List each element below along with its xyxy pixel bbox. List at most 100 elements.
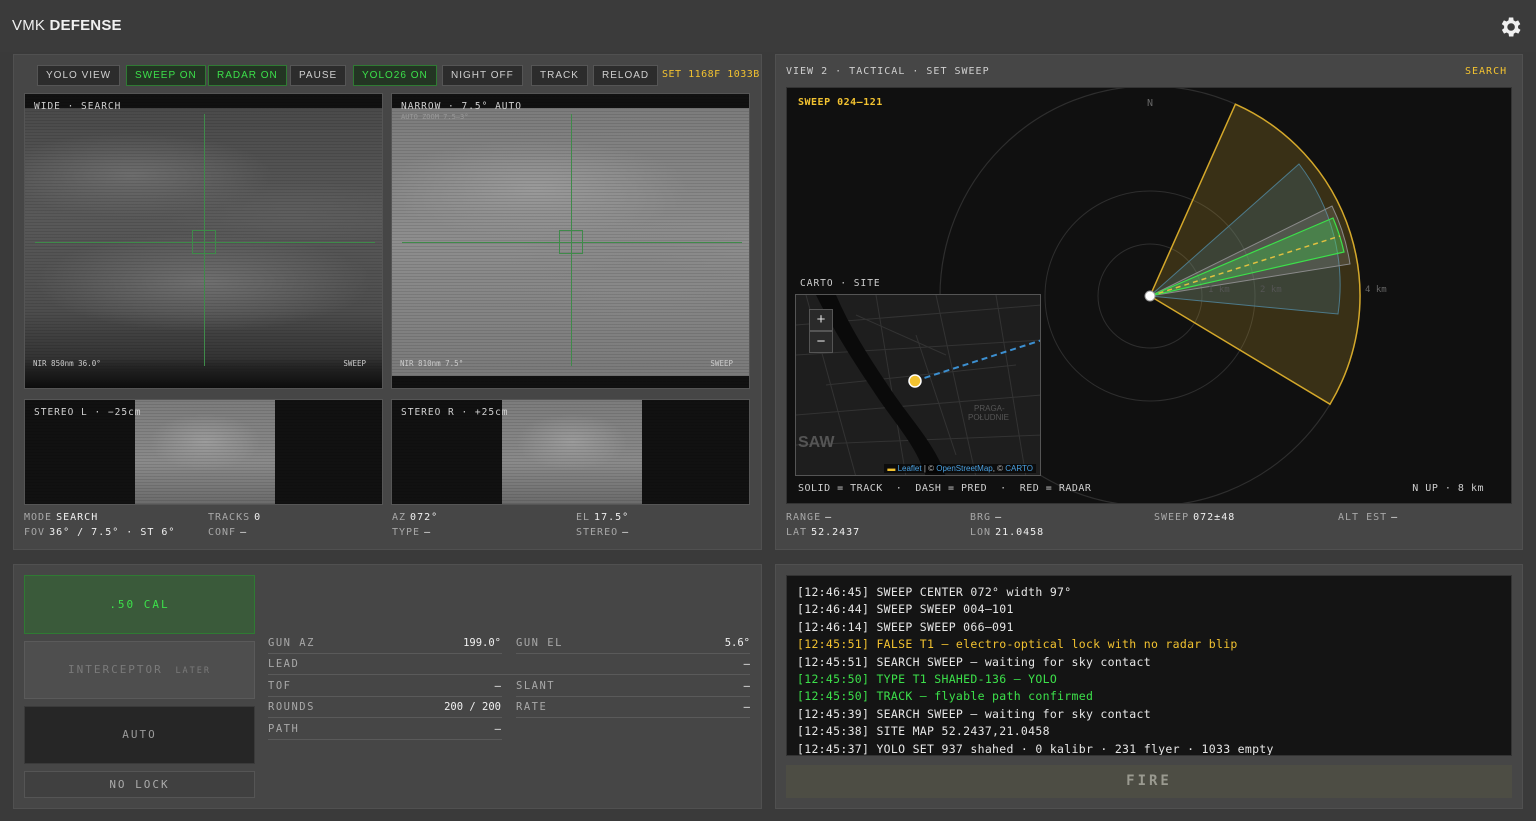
- log-line-success: [12:45:50] TYPE T1 SHAHED-136 — YOLO: [797, 672, 1058, 687]
- wide-camera-view[interactable]: WIDE · SEARCH NIR 850nm 36.0° SWEEP: [24, 93, 383, 389]
- rounds-label: ROUNDS: [268, 701, 315, 713]
- track-button[interactable]: TRACK: [531, 65, 588, 86]
- tactical-mode: SEARCH: [1465, 66, 1508, 77]
- telemetry-range: RANGE —: [786, 512, 833, 523]
- pause-button[interactable]: PAUSE: [290, 65, 347, 86]
- map-district-label-2: POŁUDNIE: [968, 413, 1009, 422]
- stereo-left-view[interactable]: STEREO L · −25cm: [24, 399, 383, 505]
- tof-value: —: [494, 680, 501, 692]
- yolo26-toggle-button[interactable]: YOLO26 ON: [353, 65, 437, 86]
- site-map[interactable]: PRAGA- POŁUDNIE SAW + − ▬ Leaflet | © Op…: [795, 294, 1041, 476]
- app-header: VMK DEFENSE: [0, 0, 1536, 52]
- stat-mode: MODE SEARCH: [24, 512, 99, 523]
- divider: [268, 696, 502, 697]
- ring-label-2km: 2 km: [1260, 285, 1282, 295]
- divider: [516, 653, 750, 654]
- osm-link[interactable]: OpenStreetMap: [936, 464, 992, 473]
- carto-label: CARTO · SITE: [800, 278, 881, 289]
- log-line: [12:45:38] SITE MAP 52.2437,21.0458: [797, 724, 1050, 739]
- divider: [268, 717, 502, 718]
- stat-az: AZ 072°: [392, 512, 439, 523]
- stat-type: TYPE —: [392, 527, 432, 538]
- radar-toggle-button[interactable]: RADAR ON: [208, 65, 287, 86]
- divider: [268, 653, 502, 654]
- telemetry-lat: LAT 52.2437: [786, 527, 861, 538]
- wide-camera-label: WIDE · SEARCH: [34, 101, 122, 112]
- yolo-set-label: SET 1168F 1033B: [662, 69, 760, 80]
- brand-prefix: VMK: [12, 17, 46, 34]
- map-district-label: PRAGA-: [974, 404, 1005, 413]
- yolo-view-button[interactable]: YOLO VIEW: [37, 65, 121, 86]
- map-city-label: SAW: [798, 434, 835, 451]
- sweep-range-label: SWEEP 024–121: [798, 97, 883, 108]
- crosshair-box: [559, 230, 583, 254]
- narrow-camera-zoom: AUTO ZOOM 7.5–3°: [401, 113, 469, 121]
- path-value: —: [494, 723, 501, 735]
- divider: [268, 674, 750, 675]
- rounds-value: 200 / 200: [444, 701, 501, 713]
- lead-label: LEAD: [268, 658, 300, 670]
- cal50-weapon-button[interactable]: .50 CAL: [24, 575, 255, 634]
- stereo-right-view[interactable]: STEREO R · +25cm: [391, 399, 750, 505]
- divider: [268, 739, 502, 740]
- wide-camera-mode: SWEEP: [343, 359, 366, 368]
- log-line-success: [12:45:50] TRACK — flyable path confirme…: [797, 689, 1094, 704]
- map-zoom-out-button[interactable]: −: [809, 331, 833, 353]
- reload-button[interactable]: RELOAD: [593, 65, 659, 86]
- divider: [516, 717, 750, 718]
- stereo-left-label: STEREO L · −25cm: [34, 407, 142, 418]
- ring-label-1km: 1 km: [1208, 285, 1230, 295]
- gun-el-value: 5.6°: [724, 637, 750, 649]
- log-line: [12:45:39] SEARCH SWEEP — waiting for sk…: [797, 706, 1151, 721]
- log-line-warning: [12:45:51] FALSE T1 — electro-optical lo…: [797, 637, 1238, 652]
- telemetry-brg: BRG —: [970, 512, 1003, 523]
- map-attribution: ▬ Leaflet | © OpenStreetMap, © CARTO: [884, 464, 1036, 473]
- rate-value: —: [743, 701, 750, 713]
- stat-stereo: STEREO —: [576, 527, 630, 538]
- stat-conf: CONF —: [208, 527, 248, 538]
- gun-el-label: GUN EL: [516, 637, 563, 649]
- telemetry-sweep: SWEEP 072±48: [1154, 512, 1236, 523]
- north-label: N: [1147, 98, 1153, 109]
- radar-legend: SOLID = TRACK · DASH = PRED · RED = RADA…: [798, 483, 1092, 494]
- gear-icon[interactable]: [1497, 14, 1523, 40]
- path-label: PATH: [268, 723, 300, 735]
- log-line: [12:45:37] YOLO SET 937 shahed · 0 kalib…: [797, 741, 1274, 756]
- stat-fov: FOV 36° / 7.5° · ST 6°: [24, 527, 176, 538]
- lock-status-button[interactable]: NO LOCK: [24, 771, 255, 798]
- app-brand: VMK DEFENSE: [12, 17, 122, 34]
- log-line: [12:45:51] SEARCH SWEEP — waiting for sk…: [797, 654, 1151, 669]
- lead-value: —: [743, 658, 750, 670]
- ring-label-4km: 4 km: [1365, 285, 1387, 295]
- divider: [516, 696, 750, 697]
- rate-label: RATE: [516, 701, 548, 713]
- carto-link[interactable]: CARTO: [1005, 464, 1033, 473]
- leaflet-link[interactable]: Leaflet: [898, 464, 922, 473]
- crosshair-box: [192, 230, 216, 254]
- event-log[interactable]: [12:46:45] SWEEP CENTER 072° width 97° […: [786, 575, 1512, 756]
- stat-tracks: TRACKS 0: [208, 512, 262, 523]
- tactical-title: VIEW 2 · TACTICAL · SET SWEEP: [786, 66, 990, 77]
- narrow-camera-mode: SWEEP: [710, 359, 733, 368]
- narrow-camera-view[interactable]: NARROW · 7.5° AUTO AUTO ZOOM 7.5–3° NIR …: [391, 93, 750, 389]
- sweep-toggle-button[interactable]: SWEEP ON: [126, 65, 206, 86]
- log-line: [12:46:45] SWEEP CENTER 072° width 97°: [797, 585, 1072, 599]
- brand-name: DEFENSE: [49, 17, 122, 34]
- interceptor-weapon-button[interactable]: INTERCEPTOR LATER: [24, 641, 255, 699]
- narrow-camera-sensor-info: NIR 810nm 7.5°: [400, 359, 464, 368]
- telemetry-lon: LON 21.0458: [970, 527, 1045, 538]
- telemetry-alt: ALT EST —: [1338, 512, 1399, 523]
- gun-az-value: 199.0°: [463, 637, 501, 649]
- log-line: [12:46:44] SWEEP SWEEP 004–101: [797, 602, 1014, 617]
- slant-value: —: [743, 680, 750, 692]
- stereo-right-label: STEREO R · +25cm: [401, 407, 509, 418]
- gun-az-label: GUN AZ: [268, 637, 315, 649]
- night-toggle-button[interactable]: NIGHT OFF: [442, 65, 523, 86]
- narrow-camera-label: NARROW · 7.5° AUTO: [401, 101, 522, 112]
- wide-camera-sensor-info: NIR 850nm 36.0°: [33, 359, 101, 368]
- tof-label: TOF: [268, 680, 292, 692]
- log-line: [12:46:14] SWEEP SWEEP 066–091: [797, 619, 1014, 634]
- auto-mode-button[interactable]: AUTO: [24, 706, 255, 764]
- map-zoom-in-button[interactable]: +: [809, 309, 833, 331]
- fire-button[interactable]: FIRE: [786, 765, 1512, 798]
